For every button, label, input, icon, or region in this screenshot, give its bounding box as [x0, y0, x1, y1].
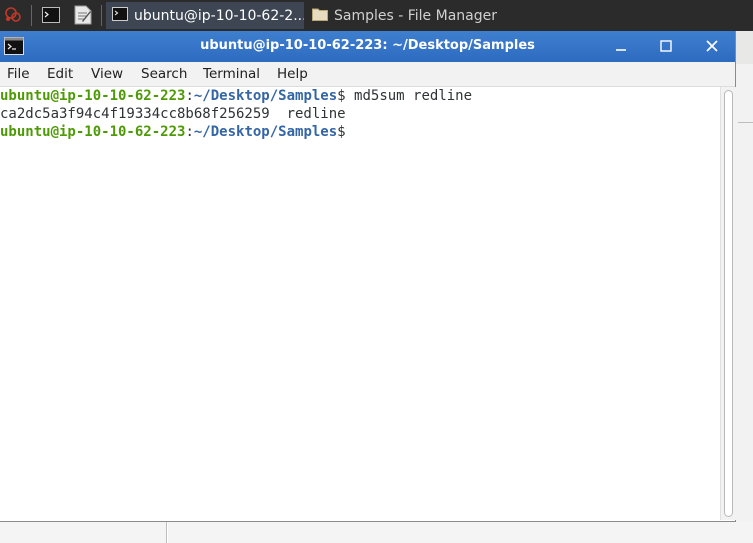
taskbar-separator	[101, 5, 102, 26]
terminal-line: ubuntu@ip-10-10-62-223:~/Desktop/Samples…	[0, 87, 720, 105]
scrollbar-thumb[interactable]	[724, 90, 733, 517]
prompt-separator: :	[185, 88, 194, 104]
taskbar-separator	[31, 5, 32, 26]
menu-file[interactable]: File	[7, 66, 30, 82]
menu-terminal[interactable]: Terminal	[203, 66, 260, 82]
menu-bar: File Edit View Search Terminal Help	[0, 62, 735, 87]
menu-edit[interactable]: Edit	[47, 66, 73, 82]
terminal-icon	[112, 6, 128, 25]
prompt-path: ~/Desktop/Samples	[193, 88, 338, 104]
prompt-symbol: $	[337, 124, 346, 140]
taskbar-task-file-manager[interactable]: Samples - File Manager	[306, 2, 504, 29]
menu-search[interactable]: Search	[141, 66, 187, 82]
maximize-button[interactable]	[653, 35, 679, 57]
prompt-user: ubuntu@ip-10-10-62-223	[0, 124, 186, 140]
background-window-bottom	[0, 521, 753, 543]
close-button[interactable]	[699, 35, 725, 57]
taskbar-task-terminal[interactable]: ubuntu@ip-10-10-62-2...	[106, 2, 304, 29]
background-window	[735, 64, 753, 543]
taskbar: ubuntu@ip-10-10-62-2... Samples - File M…	[0, 0, 753, 31]
menu-help[interactable]: Help	[277, 66, 308, 82]
terminal-output[interactable]: ubuntu@ip-10-10-62-223:~/Desktop/Samples…	[0, 87, 720, 520]
taskbar-task-label: Samples - File Manager	[334, 7, 497, 24]
terminal-line: ca2dc5a3f94c4f19334cc8b68f256259 redline	[0, 105, 720, 123]
prompt-path: ~/Desktop/Samples	[193, 124, 338, 140]
vertical-scrollbar[interactable]	[720, 87, 736, 520]
prompt-separator: :	[185, 124, 194, 140]
prompt-symbol: $	[337, 88, 346, 104]
command-text: md5sum redline	[345, 88, 473, 104]
terminal-window: ubuntu@ip-10-10-62-223: ~/Desktop/Sample…	[0, 31, 736, 522]
terminal-launcher-icon[interactable]	[40, 4, 62, 26]
minimize-button[interactable]	[608, 35, 634, 57]
app-menu-icon[interactable]	[2, 4, 24, 26]
taskbar-task-label: ubuntu@ip-10-10-62-2...	[134, 7, 304, 24]
prompt-user: ubuntu@ip-10-10-62-223	[0, 88, 186, 104]
text-editor-launcher-icon[interactable]	[72, 4, 94, 26]
menu-view[interactable]: View	[91, 66, 123, 82]
title-bar[interactable]: ubuntu@ip-10-10-62-223: ~/Desktop/Sample…	[0, 31, 735, 62]
terminal-line: ubuntu@ip-10-10-62-223:~/Desktop/Samples…	[0, 123, 720, 141]
command-output: ca2dc5a3f94c4f19334cc8b68f256259 redline	[0, 106, 346, 122]
folder-icon	[312, 7, 328, 25]
